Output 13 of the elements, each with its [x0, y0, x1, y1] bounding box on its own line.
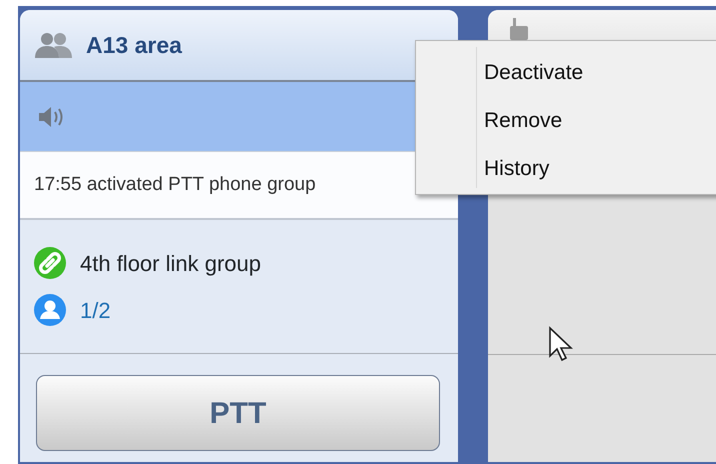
link-group-name: 4th floor link group — [80, 250, 261, 278]
user-icon — [34, 294, 66, 326]
event-text: 17:55 activated PTT phone group — [34, 172, 316, 197]
group-title: A13 area — [86, 30, 182, 60]
member-count: 1/2 — [80, 296, 111, 324]
menu-item[interactable]: Remove — [476, 97, 716, 145]
menu-item[interactable]: Deactivate — [476, 49, 716, 97]
cursor-icon — [548, 326, 576, 364]
radio-icon — [508, 18, 530, 40]
link-icon — [34, 247, 66, 279]
ptt-button[interactable]: PTT — [36, 375, 440, 451]
group-icon — [34, 31, 74, 59]
menu-item[interactable]: History — [476, 145, 716, 193]
